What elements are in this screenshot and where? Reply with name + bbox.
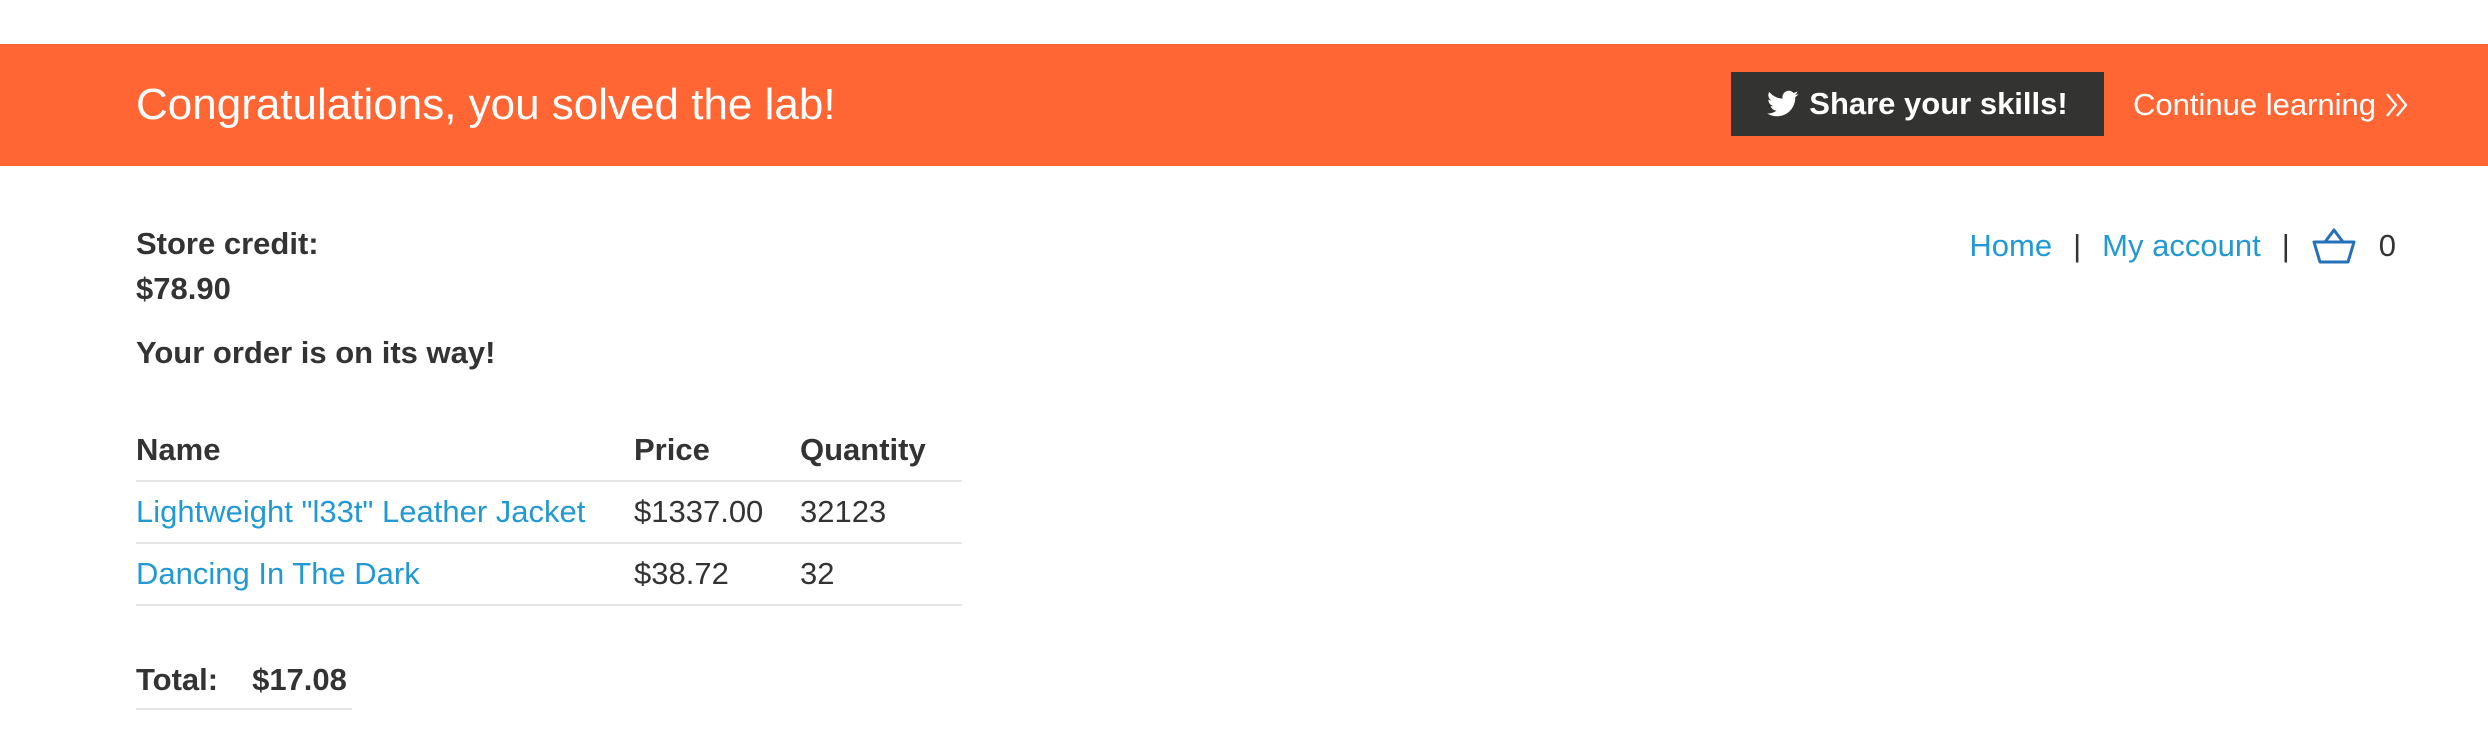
item-name-cell: Dancing In The Dark: [136, 543, 634, 606]
item-name-cell: Lightweight "l33t" Leather Jacket: [136, 481, 634, 544]
basket-icon[interactable]: [2311, 226, 2357, 266]
share-skills-label: Share your skills!: [1809, 86, 2068, 121]
cart-count: 0: [2378, 228, 2396, 263]
item-price-cell: $1337.00: [634, 481, 800, 544]
column-header-price: Price: [634, 420, 800, 482]
column-header-quantity: Quantity: [800, 420, 962, 482]
continue-learning-link[interactable]: Continue learning: [2133, 44, 2410, 166]
column-header-name: Name: [136, 420, 634, 482]
item-quantity-cell: 32: [800, 543, 962, 606]
order-confirmation-message: Your order is on its way!: [136, 335, 496, 370]
continue-learning-label: Continue learning: [2133, 87, 2377, 122]
nav-separator: |: [2281, 228, 2290, 263]
item-price-cell: $38.72: [634, 543, 800, 606]
total-label: Total:: [136, 662, 219, 697]
double-chevron-right-icon: [2386, 93, 2408, 117]
table-row: Lightweight "l33t" Leather Jacket $1337.…: [136, 481, 962, 544]
order-total: Total: $17.08: [136, 652, 352, 710]
total-value: $17.08: [252, 662, 347, 697]
store-credit-label: Store credit:: [136, 226, 319, 261]
banner-title: Congratulations, you solved the lab!: [136, 80, 836, 129]
lab-solved-banner: Congratulations, you solved the lab! Sha…: [0, 44, 2488, 166]
nav-separator: |: [2073, 228, 2082, 263]
share-skills-button[interactable]: Share your skills!: [1731, 72, 2104, 136]
nav-home-link[interactable]: Home: [1969, 228, 2052, 264]
item-quantity-cell: 32123: [800, 481, 962, 544]
nav-my-account-link[interactable]: My account: [2102, 228, 2261, 264]
table-row: Dancing In The Dark $38.72 32: [136, 543, 962, 606]
twitter-icon: [1767, 90, 1799, 117]
item-name-link[interactable]: Lightweight "l33t" Leather Jacket: [136, 494, 585, 529]
store-credit-value: $78.90: [136, 271, 231, 306]
table-header-row: Name Price Quantity: [136, 420, 962, 482]
order-items-table: Name Price Quantity Lightweight "l33t" L…: [136, 420, 962, 606]
top-navigation: Home | My account | 0: [1969, 224, 2396, 268]
item-name-link[interactable]: Dancing In The Dark: [136, 556, 420, 591]
